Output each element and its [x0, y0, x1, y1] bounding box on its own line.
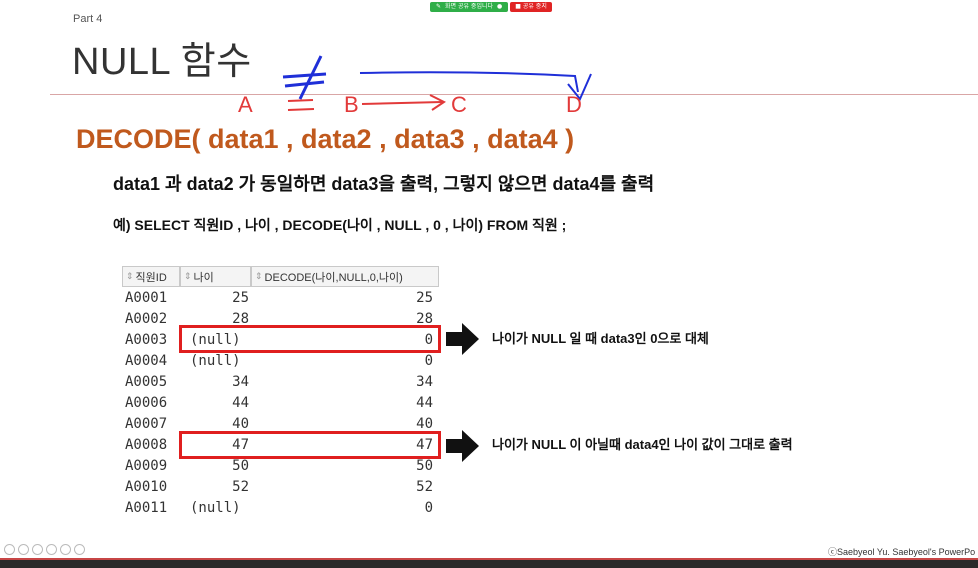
cell-decode: 40: [416, 415, 433, 432]
cell-age: 52: [232, 478, 249, 495]
sort-icon: ⇕: [255, 271, 263, 281]
cell-age: (null): [190, 499, 241, 516]
decode-heading: DECODE( data1 , data2 , data3 , data4 ): [76, 124, 575, 154]
highlight-box-null-row: [179, 325, 441, 353]
note-null-case: 나이가 NULL 일 때 data3인 0으로 대체: [492, 331, 709, 346]
cell-decode: 0: [424, 352, 433, 369]
cell-id: A0009: [125, 457, 168, 474]
blue-arrow-line: [359, 71, 579, 93]
cell-id: A0008: [125, 436, 168, 453]
column-label: 나이: [193, 271, 214, 284]
footer-credit: ⓒSaebyeol Yu. Saebyeol's PowerPo: [828, 547, 976, 557]
column-label: DECODE(나이,NULL,0,나이): [264, 271, 403, 284]
cell-id: A0007: [125, 415, 168, 432]
cell-id: A0002: [125, 310, 168, 327]
cell-decode: 34: [416, 373, 433, 390]
column-header-id[interactable]: ⇕ 직원ID: [122, 266, 180, 287]
next-slide-icon[interactable]: [18, 544, 29, 555]
arrow-right-icon: [446, 430, 479, 462]
previous-slide-icon[interactable]: [4, 544, 15, 555]
red-equal-mark: [287, 99, 315, 111]
annotation-letter-c: C: [451, 92, 467, 117]
cell-id: A0006: [125, 394, 168, 411]
cell-age: 44: [232, 394, 249, 411]
table-row[interactable]: A0011 (null) 0: [122, 497, 442, 518]
cell-decode: 52: [416, 478, 433, 495]
more-options-icon[interactable]: [74, 544, 85, 555]
annotation-letter-b: B: [344, 92, 359, 117]
annotation-letter-a: A: [238, 92, 253, 117]
slides-grid-icon[interactable]: [46, 544, 57, 555]
pen-tool-icon[interactable]: [32, 544, 43, 555]
screen-bottom-bar: [0, 560, 978, 568]
column-label: 직원ID: [135, 271, 167, 284]
presentation-toolbar: [4, 544, 85, 555]
sort-icon: ⇕: [184, 271, 192, 281]
column-header-age[interactable]: ⇕ 나이: [180, 266, 251, 287]
zoom-icon[interactable]: [60, 544, 71, 555]
cell-decode: 0: [424, 499, 433, 516]
arrow-right-icon: [446, 323, 479, 355]
result-grid: ⇕ 직원ID ⇕ 나이 ⇕ DECODE(나이,NULL,0,나이) A0001 25 2…: [122, 266, 442, 518]
not-equal-mark: [282, 55, 327, 100]
table-row[interactable]: A0006 44 44: [122, 392, 442, 413]
cell-id: A0003: [125, 331, 168, 348]
cell-decode: 44: [416, 394, 433, 411]
cell-age: 40: [232, 415, 249, 432]
column-header-decode[interactable]: ⇕ DECODE(나이,NULL,0,나이): [251, 266, 439, 287]
table-row[interactable]: A0010 52 52: [122, 476, 442, 497]
note-value-case: 나이가 NULL 이 아닐때 data4인 나이 값이 그대로 출력: [492, 437, 793, 452]
cell-age: 25: [232, 289, 249, 306]
cell-age: 34: [232, 373, 249, 390]
cell-id: A0010: [125, 478, 168, 495]
cell-age: 50: [232, 457, 249, 474]
cell-decode: 50: [416, 457, 433, 474]
red-arrow-line: [361, 101, 443, 105]
cell-id: A0004: [125, 352, 168, 369]
example-query: 예) SELECT 직원ID , 나이 , DECODE(나이 , NULL ,…: [113, 217, 567, 233]
cell-decode: 25: [416, 289, 433, 306]
grid-body: A0001 25 25 A0002 28 28 A0003 (null) 0 A0004 (n…: [122, 287, 442, 518]
cell-id: A0005: [125, 373, 168, 390]
grid-header: ⇕ 직원ID ⇕ 나이 ⇕ DECODE(나이,NULL,0,나이): [122, 266, 442, 287]
cell-id: A0001: [125, 289, 168, 306]
decode-description: data1 과 data2 가 동일하면 data3을 출력, 그렇지 않으면 …: [113, 174, 655, 194]
highlight-box-value-row: [179, 431, 441, 459]
table-row[interactable]: A0004 (null) 0: [122, 350, 442, 371]
table-row[interactable]: A0005 34 34: [122, 371, 442, 392]
cell-id: A0011: [125, 499, 168, 516]
cell-age: (null): [190, 352, 241, 369]
annotation-letter-d: D: [566, 92, 582, 117]
sort-icon: ⇕: [126, 271, 134, 281]
table-row[interactable]: A0001 25 25: [122, 287, 442, 308]
